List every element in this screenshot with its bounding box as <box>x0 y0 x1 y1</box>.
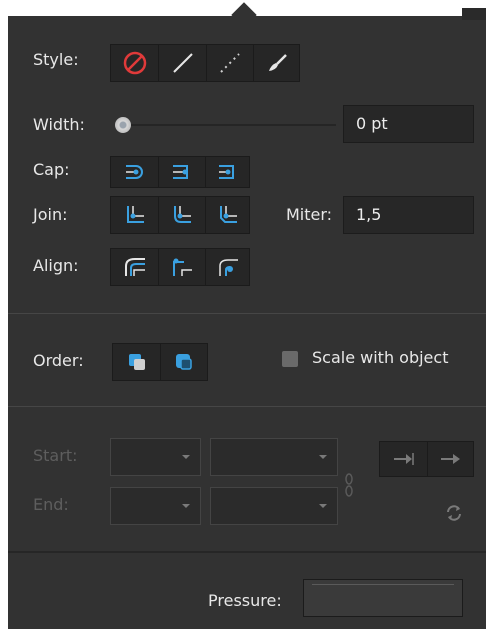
start-scale-dropdown[interactable] <box>210 438 338 476</box>
end-label: End: <box>33 495 69 514</box>
order-button-group <box>112 343 208 381</box>
width-slider-track[interactable] <box>124 124 336 126</box>
style-solid-button[interactable] <box>159 45 207 81</box>
join-miter-button[interactable] <box>111 197 159 233</box>
cap-square-button[interactable] <box>206 157 249 187</box>
cap-label: Cap: <box>33 160 70 179</box>
order-behind-button[interactable] <box>113 344 161 380</box>
divider <box>8 551 486 553</box>
arrowhead-placement-group <box>379 441 474 477</box>
arrow-tip-icon <box>440 454 460 464</box>
align-outside-icon <box>218 259 238 276</box>
scale-with-object-label: Scale with object <box>312 348 449 367</box>
arrow-extend-icon <box>393 453 414 465</box>
order-front-button[interactable] <box>161 344 207 380</box>
align-inside-icon <box>124 258 145 276</box>
style-label: Style: <box>33 50 79 69</box>
divider <box>8 313 486 314</box>
chevron-down-icon <box>182 455 190 459</box>
bevel-join-icon <box>219 206 237 223</box>
cap-butt-button[interactable] <box>111 157 159 187</box>
align-center-icon <box>173 258 192 276</box>
pressure-curve-control[interactable] <box>303 579 463 617</box>
start-label: Start: <box>33 446 78 465</box>
cap-round-button[interactable] <box>159 157 206 187</box>
no-stroke-icon <box>123 51 146 75</box>
brush-stroke-icon <box>268 54 287 71</box>
link-scale-icon[interactable] <box>344 458 354 514</box>
align-outside-button[interactable] <box>206 249 249 285</box>
miter-join-icon <box>126 206 144 223</box>
cap-button-group <box>110 156 250 188</box>
end-scale-dropdown[interactable] <box>210 487 338 525</box>
end-arrowhead-dropdown[interactable] <box>110 487 201 525</box>
style-none-button[interactable] <box>111 45 159 81</box>
chevron-down-icon <box>182 504 190 508</box>
round-cap-icon <box>173 165 188 179</box>
top-edge-bar <box>462 8 486 20</box>
join-label: Join: <box>33 205 68 224</box>
miter-input[interactable]: 1,5 <box>343 196 474 234</box>
chevron-down-icon <box>319 504 327 508</box>
arrow-tip-button[interactable] <box>428 442 473 476</box>
pressure-label: Pressure: <box>208 591 282 610</box>
stroke-behind-fill-icon <box>128 354 145 370</box>
chevron-down-icon <box>319 455 327 459</box>
pressure-curve-line <box>312 584 454 585</box>
align-center-button[interactable] <box>159 249 206 285</box>
start-arrowhead-dropdown[interactable] <box>110 438 201 476</box>
square-cap-icon <box>218 165 234 179</box>
style-button-group <box>110 44 300 82</box>
width-slider-knob[interactable] <box>115 117 131 133</box>
divider <box>8 406 486 407</box>
dotted-line-icon <box>220 53 240 73</box>
width-label: Width: <box>33 115 85 134</box>
swap-icon <box>447 505 461 521</box>
order-label: Order: <box>33 351 84 370</box>
align-inside-button[interactable] <box>111 249 159 285</box>
style-dotted-button[interactable] <box>207 45 254 81</box>
solid-line-icon <box>172 53 193 73</box>
arrow-extend-button[interactable] <box>380 442 428 476</box>
round-join-icon <box>174 206 191 223</box>
join-round-button[interactable] <box>159 197 206 233</box>
join-bevel-button[interactable] <box>206 197 249 233</box>
miter-label: Miter: <box>286 205 333 224</box>
scale-with-object-checkbox[interactable] <box>282 351 298 367</box>
width-input[interactable]: 0 pt <box>343 105 474 143</box>
swap-arrowheads-button[interactable] <box>437 497 471 529</box>
stroke-in-front-icon <box>176 354 192 370</box>
style-brush-button[interactable] <box>254 45 299 81</box>
join-button-group <box>110 196 250 234</box>
butt-cap-icon <box>125 165 143 179</box>
align-button-group <box>110 248 250 286</box>
align-label: Align: <box>33 256 79 275</box>
